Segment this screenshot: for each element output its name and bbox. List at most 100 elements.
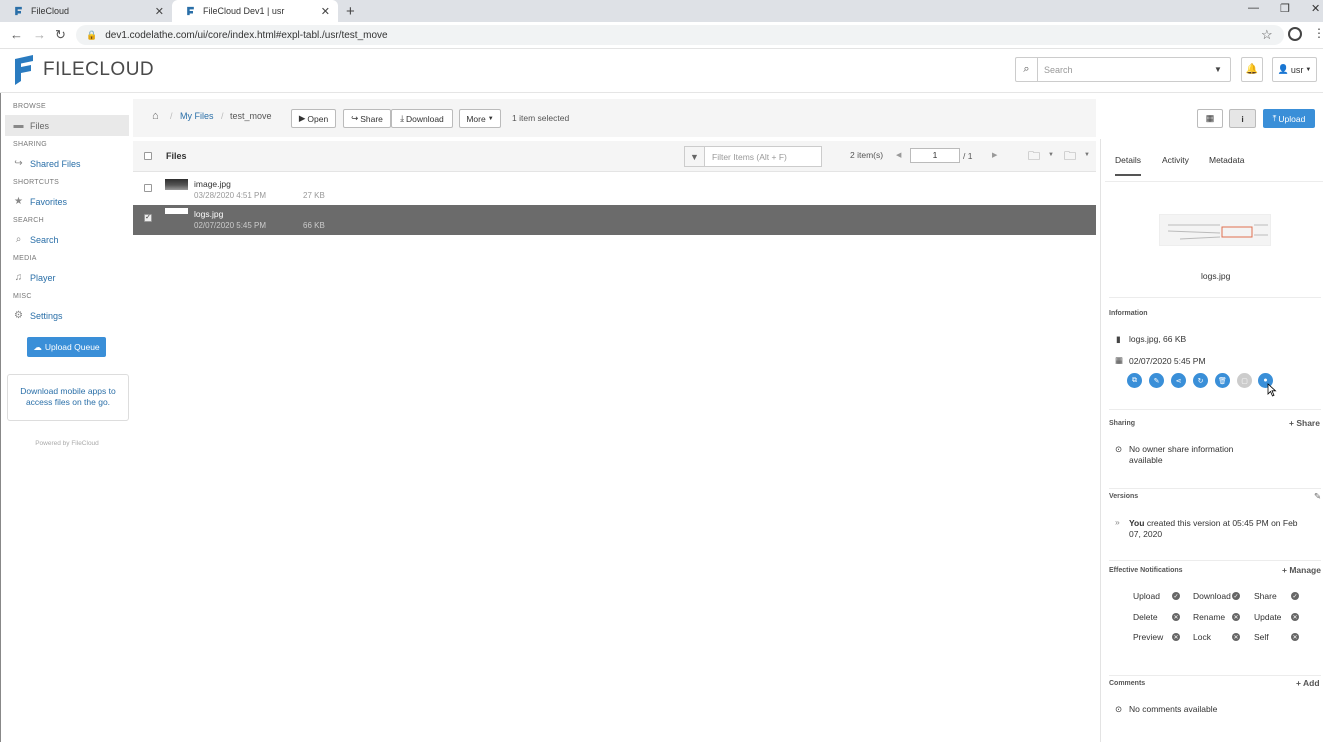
file-thumbnail [165, 208, 188, 214]
no-share-info: No owner share information available [1129, 444, 1234, 465]
check-circle-icon[interactable]: ✓ [1172, 592, 1180, 600]
x-circle-icon[interactable]: ✕ [1291, 613, 1299, 621]
download-label: Download [405, 113, 444, 124]
add-comment-label: Add [1303, 678, 1320, 688]
search-icon: ⌕ [1016, 58, 1038, 81]
grid-icon: ▦ [1205, 113, 1215, 123]
sidebar-item-shared-files[interactable]: ↪ Shared Files [5, 153, 129, 174]
notifications-bell-icon[interactable]: 🔔 [1241, 57, 1263, 82]
reload-icon[interactable]: ↻ [55, 27, 66, 43]
back-icon[interactable]: ← [10, 27, 23, 42]
share-icon[interactable]: ⋖ [1171, 373, 1186, 388]
chevron-down-icon[interactable]: ▼ [1048, 152, 1054, 158]
manage-link[interactable]: + Manage [1282, 565, 1321, 575]
next-page-icon[interactable]: ▶ [992, 151, 997, 159]
x-circle-icon[interactable]: ✕ [1172, 613, 1180, 621]
row-checkbox[interactable]: ✓ [144, 214, 152, 222]
x-circle-icon[interactable]: ✕ [1232, 633, 1240, 641]
add-comment-link[interactable]: + Add [1296, 678, 1320, 688]
minimize-icon[interactable]: — [1248, 2, 1259, 14]
share-icon: ↪ [14, 158, 23, 169]
table-row[interactable]: image.jpg 03/28/2020 4:51 PM 27 KB [133, 175, 1096, 205]
upload-button[interactable]: ⤒ Upload [1263, 109, 1315, 128]
file-name[interactable]: image.jpg [194, 179, 231, 189]
new-tab-icon[interactable]: + [346, 3, 355, 20]
more-button[interactable]: More ▼ [459, 109, 501, 128]
table-row[interactable]: ✓ logs.jpg 02/07/2020 5:45 PM 66 KB [133, 205, 1096, 235]
tab-activity[interactable]: Activity [1162, 155, 1189, 165]
url-field[interactable]: 🔒 dev1.codelathe.com/ui/core/index.html#… [76, 25, 1284, 45]
copy-icon[interactable]: ⧉ [1127, 373, 1142, 388]
breadcrumb-my-files[interactable]: My Files [180, 111, 214, 121]
file-icon: ▮ [1116, 334, 1121, 344]
file-name[interactable]: logs.jpg [194, 209, 223, 219]
chevron-down-icon[interactable]: ▼ [1214, 65, 1230, 74]
check-circle-icon[interactable]: ✓ [1232, 592, 1240, 600]
browser-menu-icon[interactable]: ⋮ [1313, 26, 1323, 40]
chevron-down-icon[interactable]: ▼ [1084, 152, 1090, 158]
new-folder-icon[interactable]: 🗀 [1064, 147, 1076, 168]
info-panel-button[interactable]: i [1229, 109, 1256, 128]
page-input[interactable]: 1 [910, 148, 960, 163]
sidebar-item-label: Files [30, 120, 50, 131]
lock-icon[interactable]: ▢ [1237, 373, 1252, 388]
version-author: You [1129, 518, 1145, 528]
global-search-input[interactable]: ⌕ Search ▼ [1015, 57, 1231, 82]
sidebar: BROWSE ▬ Files SHARING ↪ Shared Files SH… [0, 93, 132, 742]
mouse-cursor-icon [1267, 383, 1277, 397]
tab-details[interactable]: Details [1115, 155, 1141, 176]
share-button[interactable]: ↪ Share [343, 109, 391, 128]
browser-tab-filecloud-dev1[interactable]: FileCloud Dev1 | usr ✕ [172, 0, 338, 22]
edit-pencil-icon[interactable]: ✎ [1314, 491, 1321, 502]
sidebar-item-label: Player [30, 272, 56, 283]
delete-icon[interactable]: 🗑 [1215, 373, 1230, 388]
details-panel: Details Activity Metadata logs.jpg Infor… [1100, 139, 1323, 742]
chevron-right-icon[interactable]: » [1115, 517, 1120, 527]
x-circle-icon[interactable]: ✕ [1291, 633, 1299, 641]
sidebar-item-files[interactable]: ▬ Files [5, 115, 129, 136]
sidebar-item-settings[interactable]: ⚙ Settings [5, 305, 129, 326]
upload-queue-button[interactable]: ☁ Upload Queue [27, 337, 106, 357]
x-circle-icon[interactable]: ✕ [1172, 633, 1180, 641]
filter-input[interactable]: ▼ Filter Items (Alt + F) [684, 146, 822, 167]
close-tab-icon[interactable]: ✕ [321, 5, 330, 18]
grid-view-button[interactable]: ▦ [1197, 109, 1223, 128]
tab-metadata[interactable]: Metadata [1209, 155, 1244, 165]
file-size: 66 KB [303, 221, 325, 230]
close-tab-icon[interactable]: ✕ [155, 5, 164, 18]
notif-lock: Lock [1193, 632, 1211, 642]
select-all-checkbox[interactable] [144, 152, 152, 160]
files-column-header[interactable]: Files [166, 151, 187, 161]
sort-folder-icon[interactable]: 🗀 [1028, 147, 1040, 168]
row-checkbox[interactable] [144, 184, 152, 192]
user-menu-button[interactable]: 👤 usr ▼ [1272, 57, 1317, 82]
maximize-icon[interactable]: ❐ [1280, 2, 1290, 15]
chevron-down-icon: ▼ [487, 115, 494, 122]
check-circle-icon[interactable]: ✓ [1291, 592, 1299, 600]
sidebar-item-player[interactable]: ♫ Player [5, 267, 129, 288]
url-text: dev1.codelathe.com/ui/core/index.html#ex… [105, 29, 388, 41]
upload-icon: ⤒ [1272, 113, 1277, 123]
notif-share: Share [1254, 591, 1277, 601]
section-media: MEDIA [13, 255, 37, 262]
sidebar-item-search[interactable]: ⌕ Search [5, 229, 129, 250]
x-circle-icon[interactable]: ✕ [1232, 613, 1240, 621]
browser-tab-filecloud[interactable]: FileCloud ✕ [0, 0, 172, 22]
prev-page-icon[interactable]: ◀ [896, 151, 901, 159]
star-icon: ★ [14, 196, 23, 207]
tab-title: FileCloud Dev1 | usr [203, 6, 285, 16]
bookmark-star-icon[interactable]: ☆ [1261, 27, 1273, 43]
file-preview-image[interactable] [1159, 214, 1271, 246]
sidebar-item-favorites[interactable]: ★ Favorites [5, 191, 129, 212]
sync-icon[interactable]: ↻ [1193, 373, 1208, 388]
edit-icon[interactable]: ✎ [1149, 373, 1164, 388]
download-button[interactable]: ⤓ Download [391, 109, 453, 128]
close-window-icon[interactable]: ✕ [1311, 2, 1320, 15]
filecloud-logo[interactable]: FILECLOUD [13, 55, 154, 85]
profile-icon[interactable] [1288, 27, 1302, 41]
mobile-apps-link[interactable]: Download mobile apps to access files on … [7, 374, 129, 421]
home-icon[interactable]: ⌂ [152, 110, 159, 122]
share-link[interactable]: + Share [1289, 418, 1320, 428]
forward-icon[interactable]: → [33, 27, 46, 42]
open-button[interactable]: ▶ Open [291, 109, 336, 128]
